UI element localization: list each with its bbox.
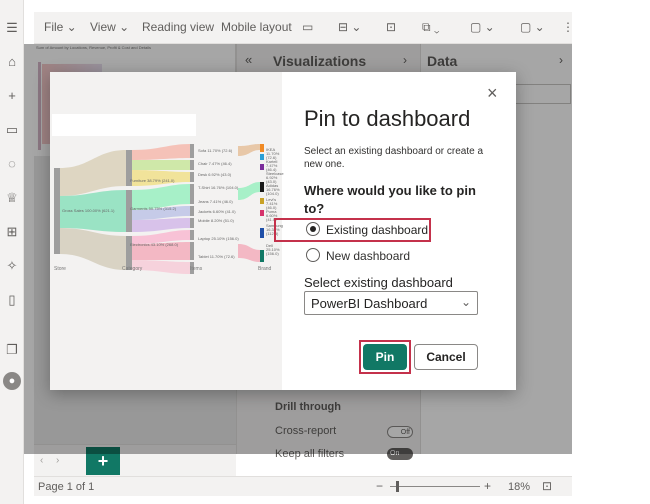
- status-bar: Page 1 of 1 − + 18% ⊡: [34, 476, 572, 496]
- node-steelcase: [260, 164, 264, 170]
- visual-preview-panel: Gross Sales 100.00% (621.1) Furniture 38…: [50, 72, 284, 390]
- node-puma: [260, 210, 264, 216]
- mobile-layout-button[interactable]: Mobile layout: [221, 20, 292, 34]
- preview-title-placeholder: [52, 114, 196, 136]
- flow-to-ikea: [238, 144, 260, 156]
- label-chair: Chair 7.47% (46.4): [198, 161, 232, 166]
- axis-label-store: Store: [54, 266, 66, 272]
- label-garments: Garments 50.75% (315.2): [130, 206, 177, 211]
- node-ikea: [260, 144, 264, 152]
- user-avatar-icon[interactable]: ●: [3, 372, 21, 390]
- flow-to-jackets: [132, 218, 190, 232]
- chat-teams-icon[interactable]: ▢ ⌄: [470, 20, 495, 34]
- apps-icon[interactable]: ⊞: [4, 224, 20, 240]
- axis-label-items: Items: [190, 266, 203, 272]
- axis-label-category: Category: [122, 266, 143, 272]
- label-sofa: Sofa 11.70% (72.6): [198, 148, 233, 153]
- reading-view-button[interactable]: Reading view: [142, 20, 214, 34]
- flow-to-adidas: [238, 182, 260, 200]
- pin-to-dashboard-dialog: Gross Sales 100.00% (621.1) Furniture 38…: [50, 72, 516, 390]
- flow-to-sofa: [132, 144, 190, 160]
- label-tshirt: T-Shirt 16.76% (104.0): [198, 185, 239, 190]
- destination-question: Where would you like to pin to?: [304, 183, 476, 216]
- new-dashboard-radio[interactable]: [306, 248, 320, 262]
- label-mobile: Mobile 8.20% (51.0): [198, 218, 234, 223]
- comment-icon[interactable]: ▭: [302, 20, 313, 34]
- node-jackets: [190, 218, 194, 228]
- node-desk: [190, 172, 194, 182]
- node-chair: [190, 160, 194, 170]
- fit-to-page-icon[interactable]: ⊡: [542, 479, 552, 493]
- node-gross-sales: [54, 168, 60, 254]
- label-adidas: Adidas 16.76% (104.0): [266, 183, 280, 196]
- dashboard-select[interactable]: PowerBI Dashboard ⌄: [304, 291, 478, 315]
- report-menu-bar: File ⌄ View ⌄ Reading view Mobile layout…: [34, 12, 574, 44]
- dialog-title: Pin to dashboard: [304, 106, 471, 131]
- left-navigation-rail: ☰ ⌂ + ▭ ◌ ♕ ⊞ ✧ ▯ ❐ ●: [0, 0, 24, 504]
- node-levis: [260, 198, 264, 204]
- label-dell: Dell 25.10% (156.0): [266, 243, 280, 256]
- close-icon[interactable]: ×: [487, 84, 498, 102]
- label-jackets: Jackets 6.60% (41.0): [198, 209, 236, 214]
- node-kartell: [260, 154, 264, 160]
- zoom-slider-thumb[interactable]: [396, 481, 399, 492]
- label-jeans: Jeans 7.41% (46.0): [198, 199, 233, 204]
- dialog-description: Select an existing dashboard or create a…: [304, 146, 483, 170]
- scroll-tabs-left-icon[interactable]: ‹: [40, 455, 43, 466]
- flow-to-dell: [238, 244, 260, 262]
- node-jeans: [190, 206, 194, 216]
- label-furniture: Furniture 38.79% (241.0): [130, 178, 175, 183]
- existing-dashboard-label[interactable]: Existing dashboard: [326, 223, 428, 237]
- datahub-icon[interactable]: ◌: [4, 156, 20, 172]
- node-laptop: [190, 242, 194, 260]
- view-menu[interactable]: View ⌄: [90, 20, 129, 34]
- zoom-level: 18%: [508, 481, 531, 493]
- export-icon[interactable]: ⊡: [386, 20, 396, 34]
- workspaces-icon[interactable]: ❐: [4, 342, 20, 358]
- home-icon[interactable]: ⌂: [4, 54, 20, 70]
- node-tshirt: [190, 184, 194, 204]
- subscribe-icon[interactable]: ▢ ⌄: [520, 20, 545, 34]
- zoom-out-icon[interactable]: −: [376, 479, 383, 493]
- label-electronics: Electronics 43.10% (268.0): [130, 242, 179, 247]
- more-icon[interactable]: ⋮: [562, 20, 574, 34]
- label-desk: Desk 6.92% (43.0): [198, 172, 232, 177]
- create-icon[interactable]: +: [4, 88, 20, 104]
- node-samsung: [260, 228, 264, 238]
- axis-label-brand: Brand: [258, 266, 272, 272]
- file-menu[interactable]: File ⌄: [44, 20, 77, 34]
- browse-folder-icon[interactable]: ▭: [4, 122, 20, 138]
- explore-icon[interactable]: ⊟ ⌄: [338, 20, 361, 34]
- node-adidas: [260, 182, 264, 192]
- node-sofa: [190, 144, 194, 158]
- label-tablet: Tablet 11.70% (72.6): [198, 254, 235, 259]
- new-dashboard-label[interactable]: New dashboard: [326, 249, 410, 263]
- node-dell: [260, 250, 264, 262]
- flow-to-furniture: [60, 150, 126, 196]
- label-gross-sales: Gross Sales 100.00% (621.1): [62, 208, 115, 213]
- node-mobile: [190, 230, 194, 240]
- flow-to-electronics: [60, 228, 126, 270]
- learn-book-icon[interactable]: ▯: [4, 292, 20, 308]
- scroll-tabs-right-icon[interactable]: ›: [56, 455, 59, 466]
- hamburger-menu-icon[interactable]: ☰: [4, 20, 20, 36]
- share-icon[interactable]: ⧉ ⌄: [422, 20, 440, 35]
- zoom-in-icon[interactable]: +: [484, 479, 491, 493]
- select-dashboard-label: Select existing dashboard: [304, 275, 453, 290]
- page-indicator: Page 1 of 1: [38, 481, 95, 493]
- flow-to-chair: [132, 160, 190, 170]
- pin-button[interactable]: Pin: [363, 344, 407, 370]
- dashboard-select-value: PowerBI Dashboard: [311, 296, 428, 311]
- deployment-icon[interactable]: ✧: [4, 258, 20, 274]
- chevron-down-icon: ⌄: [460, 295, 471, 309]
- node-garments: [126, 190, 132, 232]
- label-laptop: Laptop 25.10% (156.0): [198, 236, 239, 241]
- goals-trophy-icon[interactable]: ♕: [4, 190, 20, 206]
- cancel-button[interactable]: Cancel: [414, 344, 478, 370]
- existing-dashboard-radio[interactable]: [306, 222, 320, 236]
- zoom-slider[interactable]: [390, 486, 480, 487]
